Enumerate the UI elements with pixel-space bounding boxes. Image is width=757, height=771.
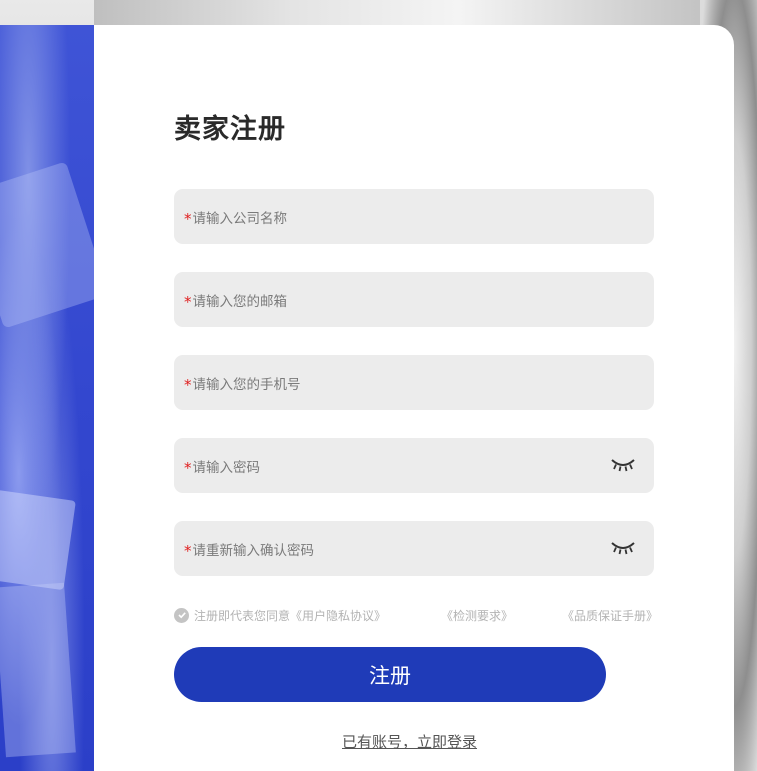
privacy-agreement-link[interactable]: 注册即代表您同意《用户隐私协议》 <box>194 607 386 624</box>
phone-placeholder: 请输入您的手机号 <box>192 376 301 393</box>
confirm-password-placeholder: 请重新输入确认密码 <box>192 542 315 559</box>
agreement-row: 注册即代表您同意《用户隐私协议》 《检测要求》 《品质保证手册》 <box>174 605 658 625</box>
email-input[interactable]: * 请输入您的邮箱 <box>174 272 654 327</box>
hero-shape <box>0 582 76 758</box>
check-circle-icon[interactable] <box>174 607 189 623</box>
register-button[interactable]: 注册 <box>174 647 606 702</box>
email-placeholder: 请输入您的邮箱 <box>192 293 288 310</box>
page-title: 卖家注册 <box>174 114 286 145</box>
required-mark: * <box>184 541 192 560</box>
login-link[interactable]: 已有账号，立即登录 <box>342 731 477 752</box>
required-mark: * <box>184 292 192 311</box>
confirm-password-input[interactable]: * 请重新输入确认密码 <box>174 521 654 576</box>
hero-shape <box>0 161 94 329</box>
hero-text-fragment: : <box>0 370 1 386</box>
password-input[interactable]: * 请输入密码 <box>174 438 654 493</box>
phone-input[interactable]: * 请输入您的手机号 <box>174 355 654 410</box>
inspection-requirements-link[interactable]: 《检测要求》 <box>441 607 513 624</box>
company-name-input[interactable]: * 请输入公司名称 <box>174 189 654 244</box>
eye-closed-icon[interactable] <box>610 539 636 557</box>
eye-closed-icon[interactable] <box>610 456 636 474</box>
required-mark: * <box>184 375 192 394</box>
required-mark: * <box>184 458 192 477</box>
background-top <box>94 0 757 25</box>
hero-text-fragment: : <box>0 420 1 436</box>
password-placeholder: 请输入密码 <box>192 459 261 476</box>
quality-manual-link[interactable]: 《品质保证手册》 <box>562 607 658 624</box>
company-name-placeholder: 请输入公司名称 <box>192 210 288 227</box>
required-mark: * <box>184 209 192 228</box>
left-hero-panel: : : <box>0 25 94 771</box>
register-card: 卖家注册 * 请输入公司名称 * 请输入您的邮箱 * 请输入您的手机号 * 请输… <box>94 25 734 771</box>
hero-shape <box>0 489 76 591</box>
